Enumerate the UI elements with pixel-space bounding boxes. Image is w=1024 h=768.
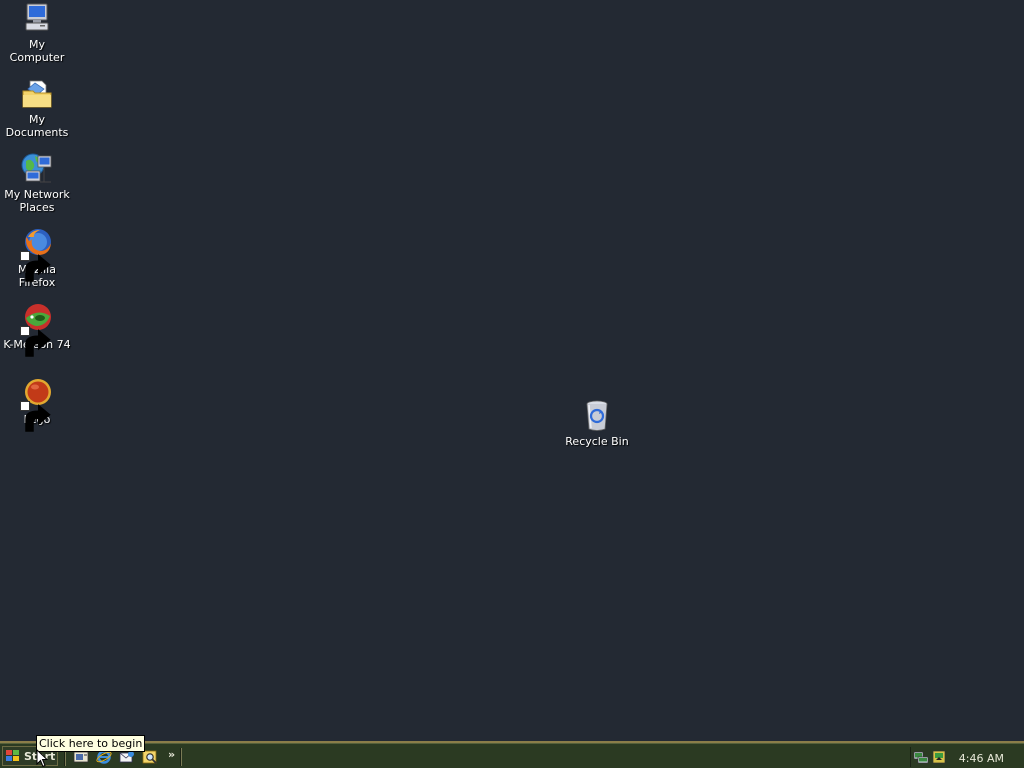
firefox-icon xyxy=(20,227,54,282)
windows-flag-icon xyxy=(6,750,19,761)
recycle-bin-icon xyxy=(580,399,614,433)
my-computer-icon xyxy=(20,2,54,36)
desktop-icon-recycle-bin[interactable]: Recycle Bin xyxy=(560,399,634,448)
shortcut-arrow-icon xyxy=(20,401,51,432)
my-documents-icon xyxy=(20,77,54,111)
shortcut-arrow-icon xyxy=(20,251,51,282)
system-tray: 4:46 AM xyxy=(910,747,1022,767)
network-tray-icon xyxy=(913,751,929,764)
taskbar-body: Start xyxy=(0,743,1024,768)
my-network-places-icon xyxy=(20,152,54,186)
taskbar-clock[interactable]: 4:46 AM xyxy=(959,752,1004,765)
quick-launch-more-button[interactable]: » xyxy=(168,748,175,761)
pego-icon xyxy=(20,377,54,432)
desktop-icon-mozilla-firefox[interactable]: Mozilla Firefox xyxy=(0,227,74,289)
taskbar-separator xyxy=(180,748,182,766)
k-meleon-icon xyxy=(20,302,54,357)
desktop-icon-k-meleon[interactable]: K-Meleon 74 xyxy=(0,302,74,357)
desktop-icon-pego[interactable]: Pego xyxy=(0,377,74,432)
mouse-cursor-icon xyxy=(36,749,48,768)
desktop-icon-label: My Computer xyxy=(9,38,65,64)
desktop-icon-label: My Documents xyxy=(5,113,69,139)
desktop-icon-my-computer[interactable]: My Computer xyxy=(0,2,74,64)
tray-network[interactable] xyxy=(913,749,929,765)
safely-remove-tray-icon xyxy=(932,750,946,764)
desktop-icon-label: My Network Places xyxy=(4,188,70,214)
start-tooltip: Click here to begin xyxy=(36,735,146,752)
desktop-icon-label: Recycle Bin xyxy=(565,435,629,448)
shortcut-arrow-icon xyxy=(20,326,51,357)
desktop-icon-my-network-places[interactable]: My Network Places xyxy=(0,152,74,214)
tray-safely-remove[interactable] xyxy=(931,749,947,765)
desktop-icon-my-documents[interactable]: My Documents xyxy=(0,77,74,139)
desktop[interactable]: My Computer My Documents My Network Plac… xyxy=(0,0,1024,741)
taskbar: Start xyxy=(0,741,1024,768)
